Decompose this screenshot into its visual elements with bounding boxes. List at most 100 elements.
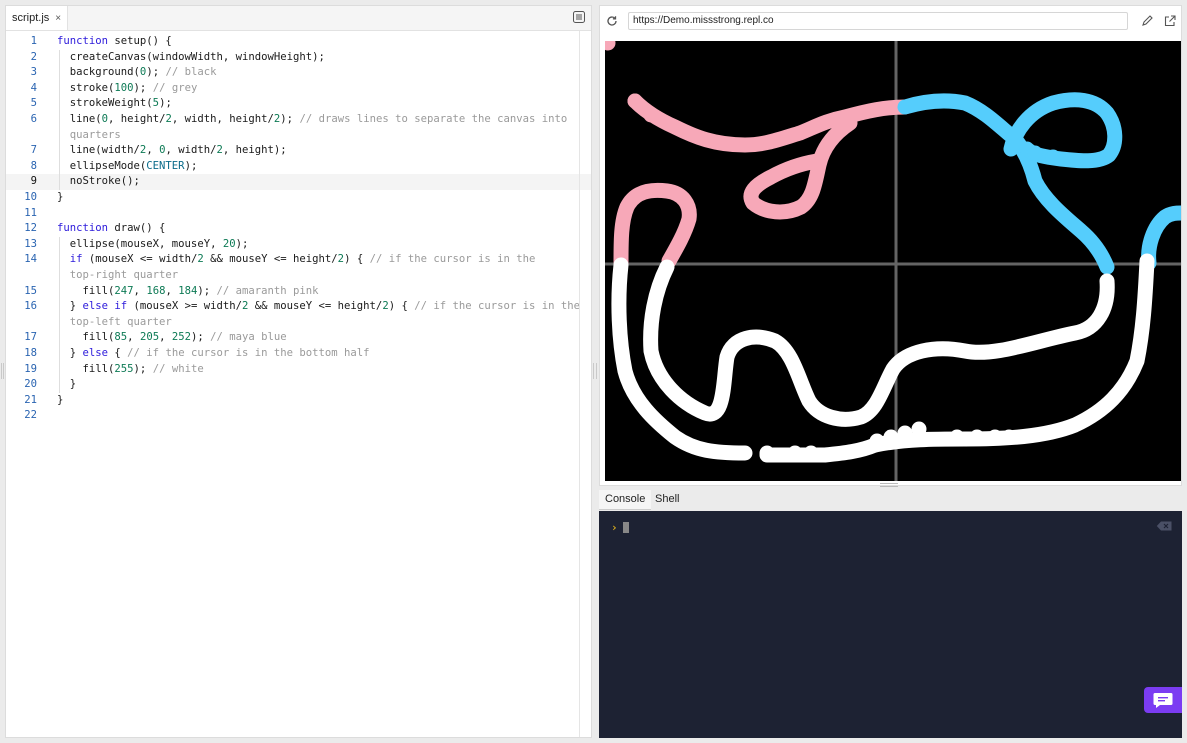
code-line[interactable]: 10} <box>6 190 591 206</box>
brush-stroke <box>1003 92 1123 169</box>
brush-dot <box>1001 429 1017 445</box>
code-line[interactable]: 6 line(0, height/2, width, height/2); //… <box>6 112 591 128</box>
code-token: 252 <box>171 331 191 344</box>
brush-dot <box>897 425 913 441</box>
chat-icon <box>1153 693 1173 708</box>
code-line[interactable]: 8 ellipseMode(CENTER); <box>6 159 591 175</box>
line-number: 7 <box>30 144 37 157</box>
code-line[interactable]: 2 createCanvas(windowWidth, windowHeight… <box>6 50 591 66</box>
brush-dot <box>883 429 899 445</box>
line-number: 9 <box>30 175 37 188</box>
code-line[interactable]: 21} <box>6 393 591 409</box>
brush-dot <box>969 429 985 445</box>
code-line[interactable]: 16 } else if (mouseX >= width/2 && mouse… <box>6 299 591 315</box>
code-line[interactable]: top-right quarter <box>6 268 591 284</box>
code-token: 100 <box>114 81 134 94</box>
console-tab-bar: Console Shell <box>599 490 1182 511</box>
code-token: } <box>57 393 64 406</box>
code-line[interactable]: quarters <box>6 128 591 144</box>
brush-dot <box>1027 145 1043 161</box>
code-line[interactable]: 19 fill(255); // white <box>6 362 591 378</box>
sketch-canvas[interactable] <box>605 41 1181 481</box>
console-cursor <box>623 522 629 533</box>
pane-splitter[interactable] <box>593 363 597 379</box>
code-token: ); <box>280 113 300 125</box>
format-icon[interactable] <box>573 11 585 23</box>
code-line[interactable]: 17 fill(85, 205, 252); // maya blue <box>6 330 591 346</box>
code-line[interactable]: 3 background(0); // black <box>6 65 591 81</box>
prompt-icon: › <box>611 521 618 534</box>
console-panel[interactable]: › <box>599 511 1182 738</box>
tab-console[interactable]: Console <box>599 490 652 510</box>
chat-button[interactable] <box>1144 687 1182 713</box>
brush-dot <box>605 41 616 51</box>
code-line[interactable]: 12 function draw() { <box>6 221 591 237</box>
code-token: , height); <box>222 144 287 157</box>
url-input[interactable]: https://Demo.missstrong.repl.co <box>628 12 1128 30</box>
line-number: 17 <box>24 331 37 344</box>
code-line[interactable]: 7 line(width/2, 0, width/2, height); <box>6 143 591 159</box>
open-new-tab-icon[interactable] <box>1163 14 1177 28</box>
code-line[interactable]: top-left quarter <box>6 315 591 331</box>
line-number: 21 <box>24 393 37 406</box>
brush-stroke <box>627 93 913 153</box>
code-token: ); <box>133 362 153 375</box>
code-token: } <box>57 191 64 203</box>
code-token: setup() { <box>108 35 172 47</box>
code-line[interactable]: 5 strokeWeight(5); <box>6 96 591 112</box>
code-text: background(0); // black <box>57 65 217 81</box>
code-line[interactable]: 22 <box>6 408 591 424</box>
line-number: 13 <box>24 237 37 250</box>
code-token: // maya blue <box>210 331 287 344</box>
line-number: 16 <box>24 300 37 313</box>
code-line[interactable]: 18 } else { // if the cursor is in the b… <box>6 346 591 362</box>
close-icon[interactable]: × <box>55 13 61 24</box>
code-token: ); <box>146 66 166 79</box>
code-token: ) { <box>344 253 370 266</box>
edit-icon[interactable] <box>1140 14 1154 28</box>
code-token: // draws lines to separate the canvas in… <box>299 113 568 125</box>
tab-label: script.js <box>12 12 50 24</box>
tab-script-js[interactable]: script.js × <box>6 6 69 30</box>
line-number: 18 <box>24 347 37 359</box>
code-line[interactable]: 13 ellipse(mouseX, mouseY, 20); <box>6 237 591 253</box>
editor-scrollbar[interactable] <box>579 31 588 737</box>
refresh-icon[interactable] <box>605 14 619 28</box>
code-token: 255 <box>114 362 134 375</box>
code-token: stroke( <box>57 81 115 94</box>
tab-shell[interactable]: Shell <box>649 490 685 510</box>
code-token: strokeWeight( <box>57 97 153 110</box>
code-token: (mouseX <= width/ <box>82 253 198 266</box>
indent-guide <box>59 236 60 393</box>
code-line[interactable]: 11 <box>6 206 591 222</box>
line-number: 12 <box>24 222 37 235</box>
code-line[interactable]: 20 } <box>6 377 591 393</box>
code-token: } <box>57 347 83 359</box>
code-token: 205 <box>139 331 160 344</box>
code-token: , width, height/ <box>171 113 274 125</box>
code-line[interactable]: 14 if (mouseX <= width/2 && mouseY <= he… <box>6 252 591 268</box>
code-text: line(0, height/2, width, height/2); // d… <box>57 112 568 128</box>
code-line[interactable]: 1 function setup() { <box>6 34 591 50</box>
code-line[interactable]: 9 noStroke(); <box>6 174 591 190</box>
left-resize-handle[interactable] <box>1 363 4 379</box>
code-token: // if the cursor is in the <box>369 253 536 266</box>
brush-dot <box>869 433 885 449</box>
brush-stroke <box>643 259 1115 427</box>
code-token: , <box>146 144 160 157</box>
brush-dot <box>1045 149 1061 165</box>
code-token: draw() { <box>108 222 166 235</box>
code-token: ); <box>235 237 249 250</box>
code-token: 247 <box>114 284 134 297</box>
code-area[interactable]: 1 function setup() {2 createCanvas(window… <box>6 31 591 737</box>
code-token: function <box>57 35 109 47</box>
code-text: function setup() { <box>57 34 172 50</box>
code-token: // if the cursor is in the bottom half <box>127 347 370 359</box>
code-text: quarters <box>57 128 121 144</box>
vertical-resize-grip[interactable] <box>880 483 898 487</box>
code-line[interactable]: 4 stroke(100); // grey <box>6 81 591 97</box>
clear-console-icon[interactable] <box>1156 521 1172 531</box>
code-token: line(width/ <box>57 144 140 157</box>
code-line[interactable]: 15 fill(247, 168, 184); // amaranth pink <box>6 284 591 300</box>
code-token: // grey <box>152 81 198 94</box>
